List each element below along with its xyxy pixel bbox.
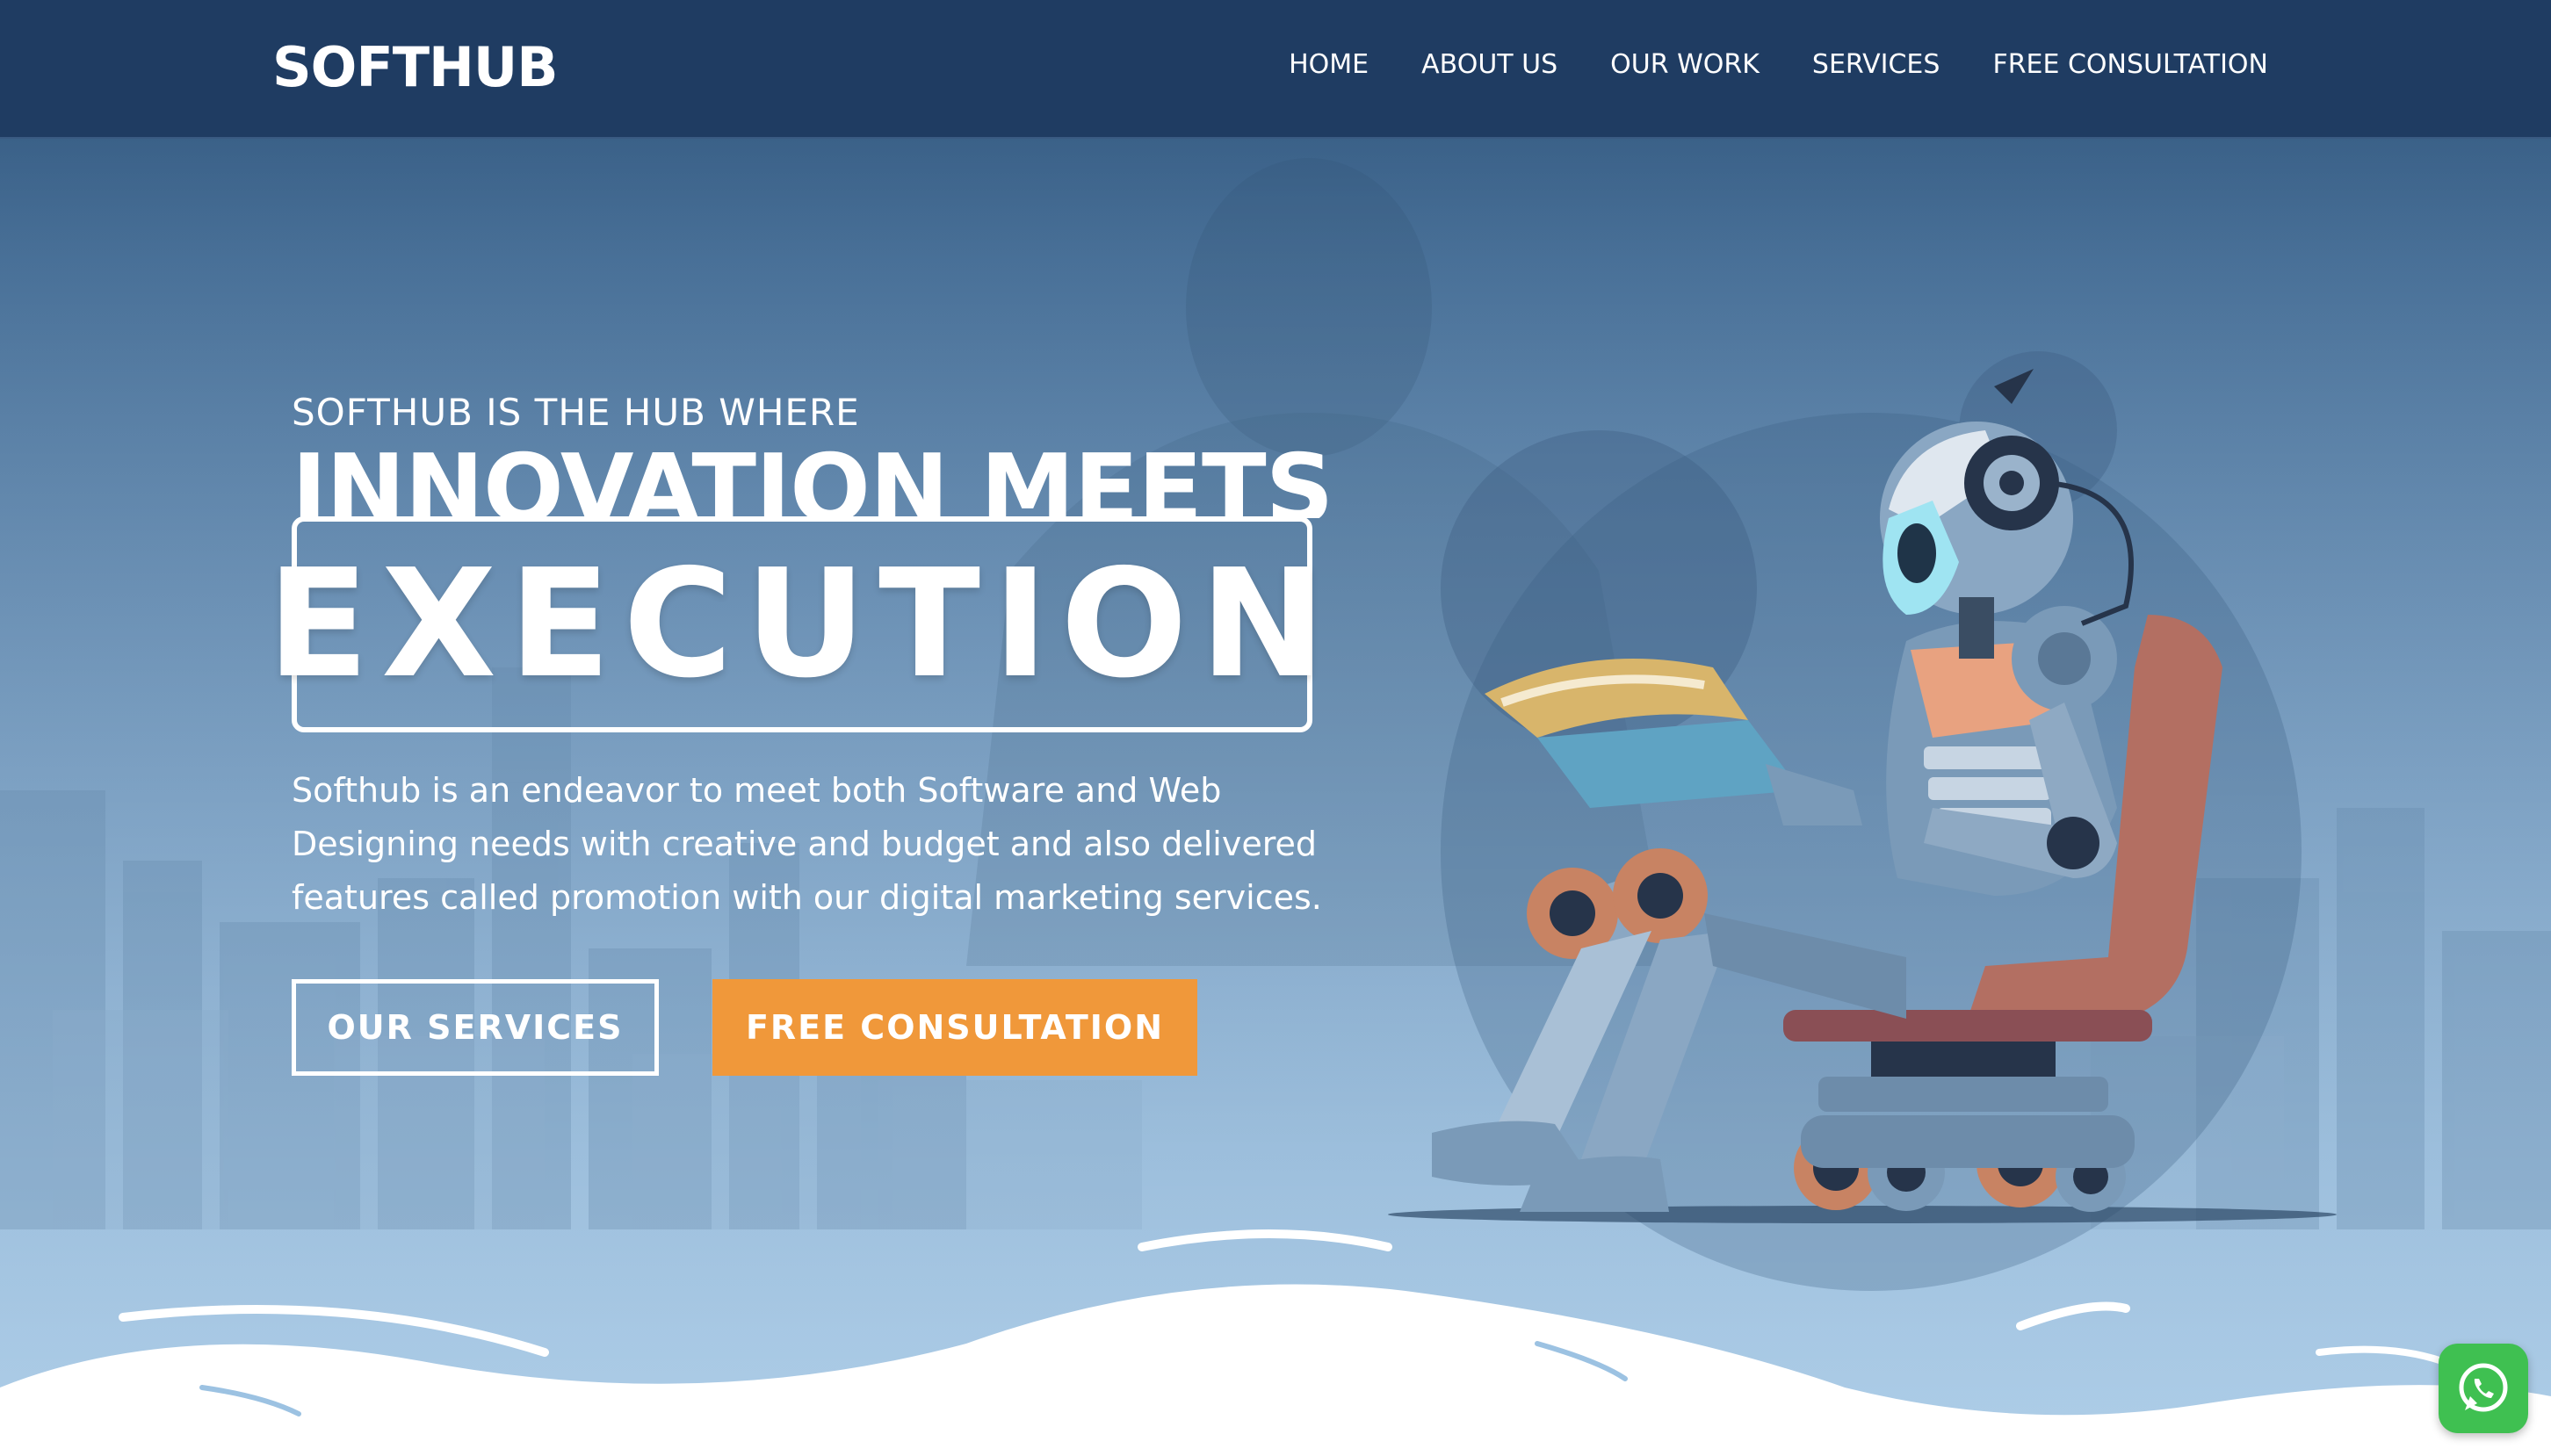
hero-highlight-text: EXECUTION xyxy=(266,537,1338,711)
hero-highlight-box: EXECUTION xyxy=(267,516,1325,732)
nav-item-services[interactable]: SERVICES xyxy=(1812,49,1940,80)
whatsapp-icon xyxy=(2459,1363,2508,1412)
nav-item-free-consultation[interactable]: FREE CONSULTATION xyxy=(1992,49,2268,80)
hero-headline-wrap: INNOVATION MEETS xyxy=(292,437,1346,518)
hero-eyebrow: SOFTHUB IS THE HUB WHERE xyxy=(292,391,860,434)
logo[interactable]: SOFTHUB xyxy=(272,35,558,99)
bottom-wave-decoration xyxy=(0,1229,2551,1456)
our-services-button[interactable]: OUR SERVICES xyxy=(292,979,659,1076)
site-header: SOFTHUB HOME ABOUT US OUR WORK SERVICES … xyxy=(0,0,2551,139)
landing-page: SOFTHUB HOME ABOUT US OUR WORK SERVICES … xyxy=(0,0,2551,1456)
hero-headline: INNOVATION MEETS xyxy=(292,437,1333,518)
hero-description: Softhub is an endeavor to meet both Soft… xyxy=(292,771,1322,917)
robot-reading-illustration xyxy=(1388,351,2337,1291)
whatsapp-button[interactable] xyxy=(2439,1344,2528,1433)
nav-item-about-us[interactable]: ABOUT US xyxy=(1421,49,1557,80)
main-nav: HOME ABOUT US OUR WORK SERVICES FREE CON… xyxy=(1289,49,2268,80)
nav-item-our-work[interactable]: OUR WORK xyxy=(1610,49,1760,80)
free-consultation-button[interactable]: FREE CONSULTATION xyxy=(712,979,1197,1076)
nav-item-home[interactable]: HOME xyxy=(1289,49,1369,80)
